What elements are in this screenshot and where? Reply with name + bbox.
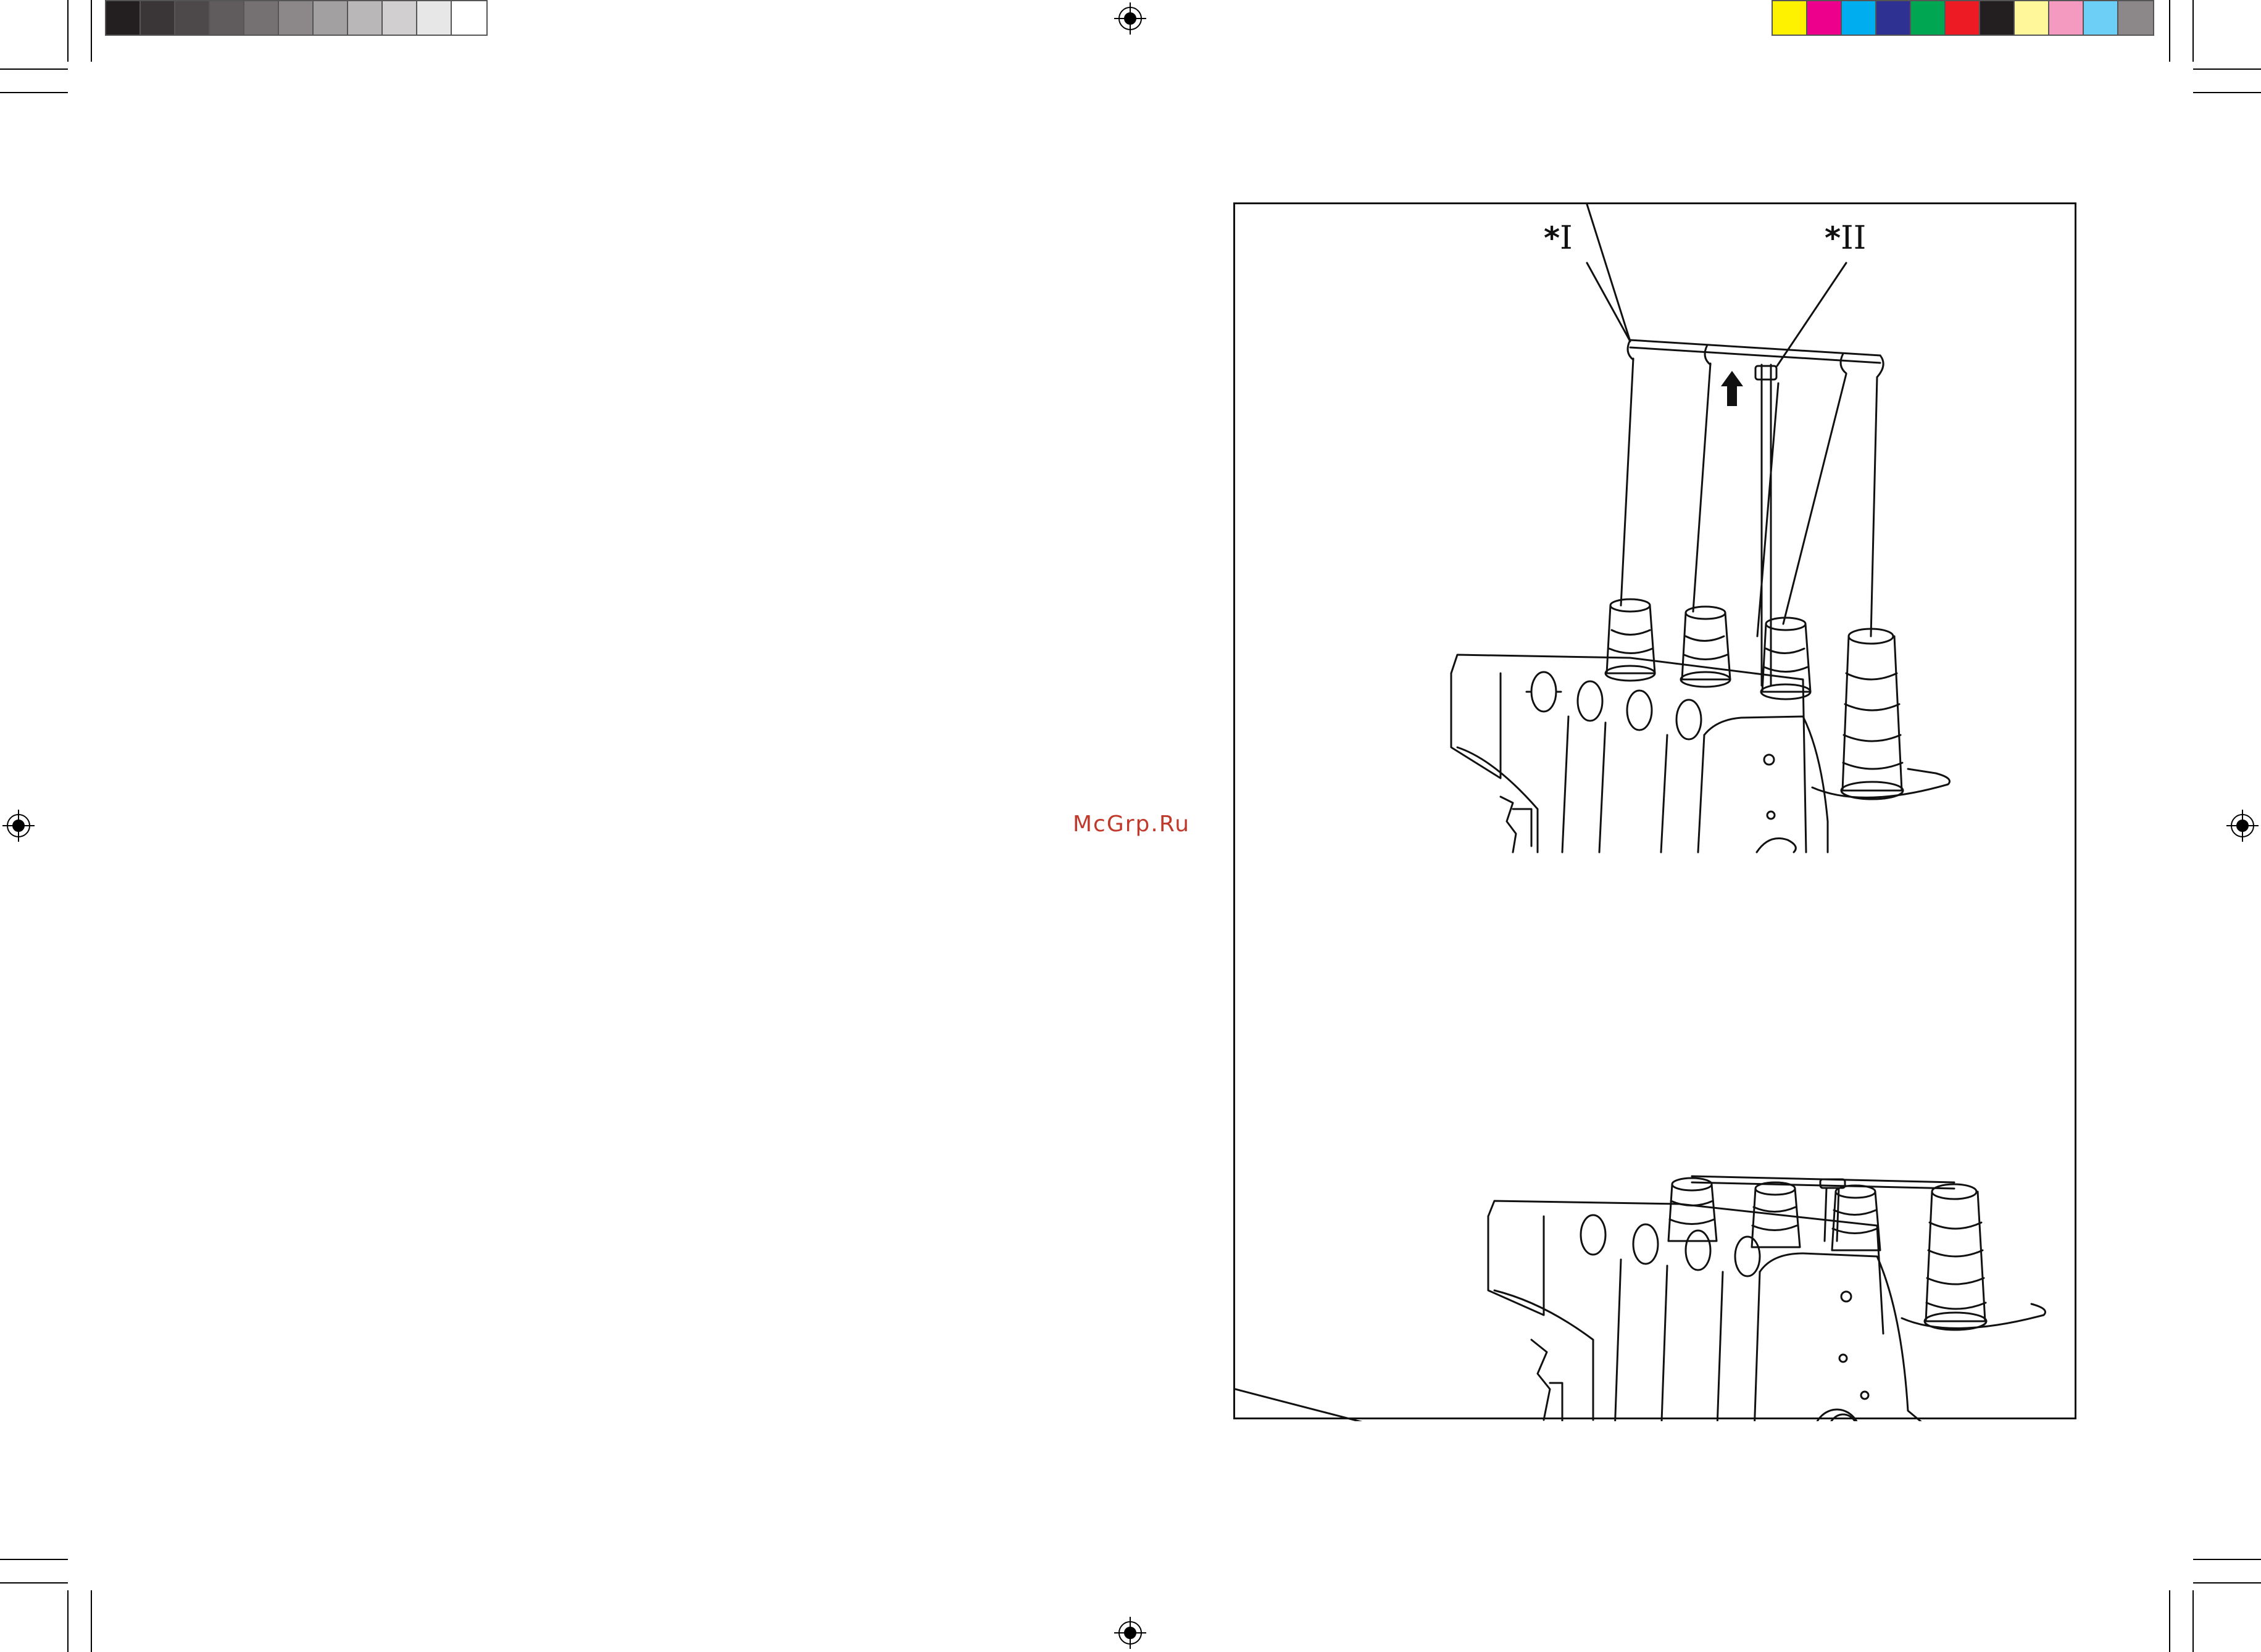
tension-dial [1684, 1229, 1712, 1271]
bottom-machine-figure [1235, 1175, 2046, 1421]
spool [1840, 628, 1904, 800]
tension-dial [1626, 689, 1653, 731]
up-arrow-icon [1721, 371, 1743, 406]
differential-feed-knob [1816, 1408, 1858, 1421]
registration-crosshair-icon [2, 810, 35, 842]
spool [1680, 605, 1731, 688]
spool [1604, 598, 1656, 682]
registration-crosshair-icon [2226, 810, 2259, 842]
spool-base-plate [1811, 768, 1951, 799]
spool [1831, 1184, 1881, 1251]
machine-top-cover [1487, 1200, 1884, 1335]
tension-dial [1525, 671, 1562, 713]
needle-bar [1530, 1339, 1551, 1421]
tension-dial [1632, 1223, 1659, 1265]
callout-label-2: *II [1825, 220, 1867, 257]
watermark-text: McGrp.Ru [1073, 811, 1191, 837]
machine-top-cover [1450, 654, 1807, 853]
tension-dial [1734, 1235, 1761, 1277]
spool [1923, 1183, 1988, 1331]
figure-frame: *I *II [1233, 202, 2076, 1421]
registration-crosshair-icon [1114, 1617, 1146, 1649]
tension-dial [1580, 1214, 1607, 1256]
top-machine-figure [1450, 204, 1951, 853]
callout-label-1: *I [1544, 220, 1573, 257]
registration-crosshair-icon [1114, 2, 1146, 35]
overlocker-illustration [1235, 204, 2046, 1421]
tension-dial [1675, 699, 1702, 741]
tension-dial [1576, 680, 1604, 722]
